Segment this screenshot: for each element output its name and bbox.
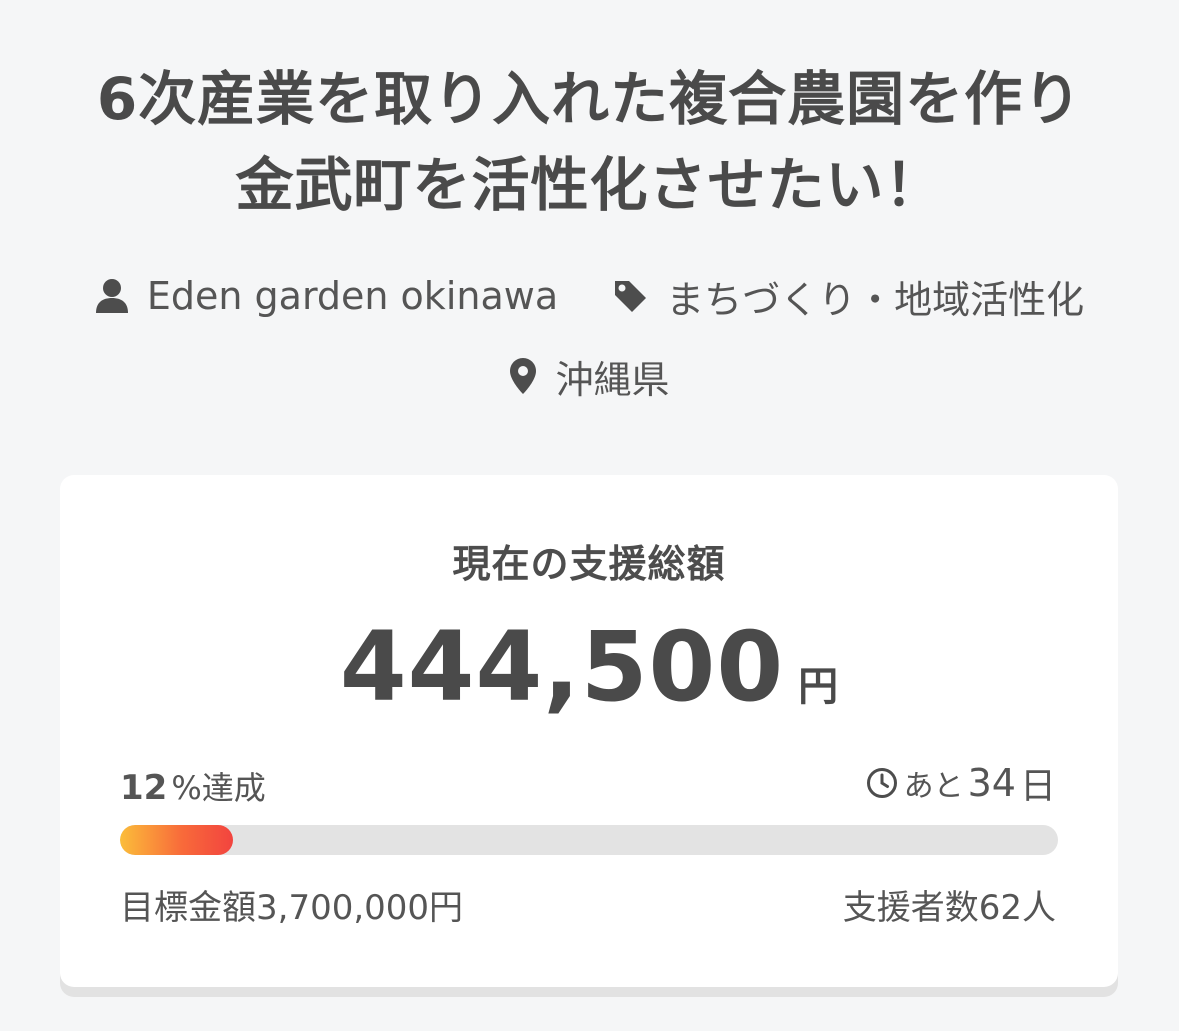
person-icon <box>95 279 128 313</box>
location-label: 沖縄県 <box>555 357 670 402</box>
project-title: 6次産業を取り入れた複合農園を作り 金武町を活性化させたい！ <box>0 56 1179 228</box>
remaining-days-count: 34 <box>967 761 1016 805</box>
project-page: 6次産業を取り入れた複合農園を作り 金武町を活性化させたい！ Eden gard… <box>0 0 1179 1031</box>
progress-bar-fill <box>120 825 233 855</box>
funding-amount-wrap: 444,500 円 <box>60 611 1118 723</box>
remaining-days-unit: 日 <box>1019 766 1056 807</box>
backer-count: 支援者数62人 <box>842 888 1056 928</box>
funding-card: 現在の支援総額 444,500 円 12 %達成 あと 34 日 目標金額3,70… <box>60 475 1118 987</box>
category-label: まちづくり・地域活性化 <box>666 277 1085 322</box>
remaining-days: あと 34 日 <box>866 757 1056 809</box>
achievement-rate: 12 %達成 <box>120 763 266 809</box>
clock-icon <box>866 768 897 798</box>
achievement-suffix: %達成 <box>171 769 266 807</box>
achievement-percent: 12 <box>120 768 168 808</box>
project-title-line-2: 金武町を活性化させたい！ <box>235 151 944 219</box>
funding-label: 現在の支援総額 <box>452 542 726 586</box>
project-location[interactable]: 沖縄県 <box>509 349 670 404</box>
progress-bar <box>120 825 1058 855</box>
goal-amount: 目標金額3,700,000円 <box>120 888 464 928</box>
map-pin-icon <box>510 358 537 394</box>
tag-icon <box>615 281 647 312</box>
project-title-line-1: 6次産業を取り入れた複合農園を作り <box>96 65 1083 133</box>
project-location-row: 沖縄県 <box>0 348 1179 404</box>
funding-amount-unit: 円 <box>798 664 839 710</box>
project-owner[interactable]: Eden garden okinawa <box>95 274 558 318</box>
project-meta-row: Eden garden okinawa まちづくり・地域活性化 <box>0 268 1179 324</box>
funding-amount: 444,500 <box>339 611 785 723</box>
owner-name: Eden garden okinawa <box>146 274 559 318</box>
remaining-prefix: あと <box>903 769 964 804</box>
project-category[interactable]: まちづくり・地域活性化 <box>612 269 1084 324</box>
